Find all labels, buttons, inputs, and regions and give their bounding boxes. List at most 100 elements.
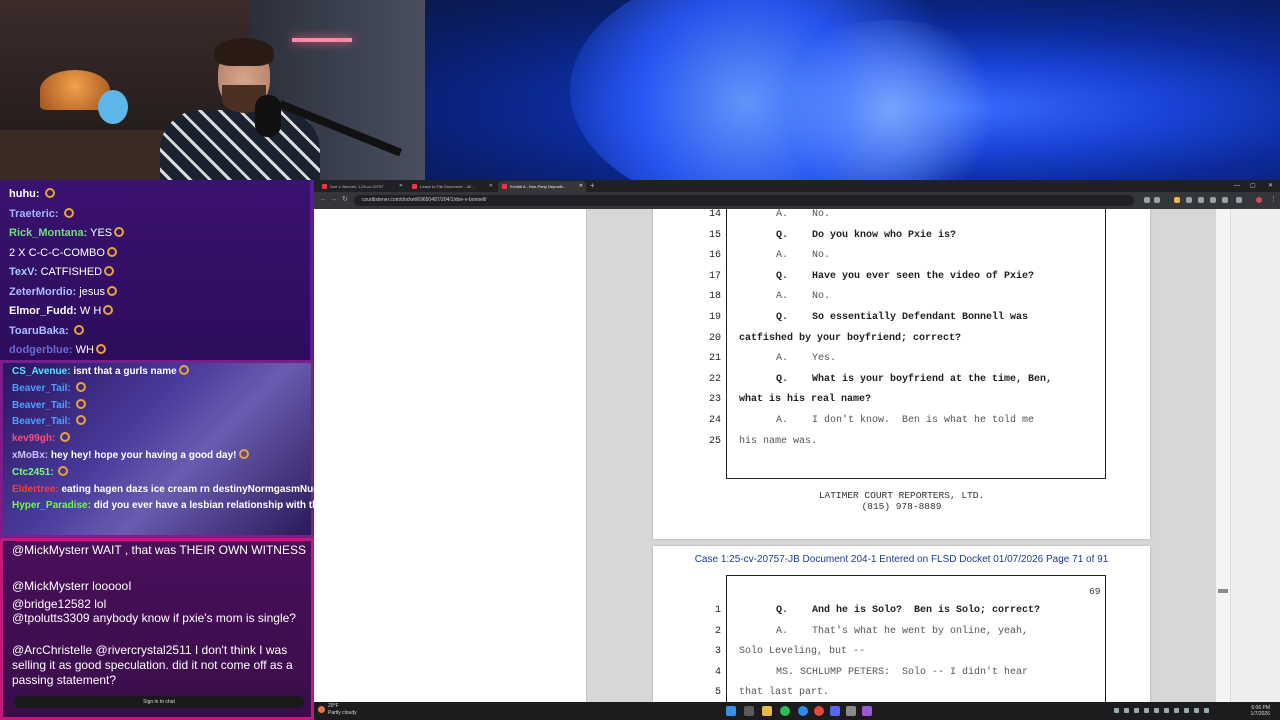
chat-message: Beaver_Tail: — [12, 415, 86, 428]
clock[interactable]: 6:06 PM 1/7/2026 — [1234, 705, 1270, 717]
edge-icon[interactable] — [798, 706, 808, 716]
transcript-line: 2 A. That's what he went by online, yeah, — [653, 622, 1150, 642]
tray-icon[interactable] — [1124, 708, 1129, 713]
extensions-puzzle-icon[interactable] — [1236, 197, 1242, 203]
file-explorer-icon[interactable] — [762, 706, 772, 716]
history-icon[interactable] — [1210, 197, 1216, 203]
chat-username[interactable]: Beaver_Tail: — [12, 416, 71, 427]
chat-username[interactable]: huhu: — [9, 188, 40, 200]
bookmark-star-icon[interactable] — [1154, 197, 1160, 203]
extension-icon[interactable] — [1186, 197, 1192, 203]
chat-message: TexV: CATFISHED — [9, 265, 115, 279]
chat-message: CS_Avenue: isnt that a gurls name — [12, 365, 189, 378]
weather-description: Partly cloudy — [328, 710, 357, 716]
menu-kebab-icon[interactable]: ⋮ — [1270, 195, 1277, 205]
chat-username[interactable]: Ctc2451: — [12, 467, 54, 478]
transcript-line: 14 A. No. — [653, 209, 1150, 225]
wifi-icon[interactable] — [1194, 708, 1199, 713]
back-icon[interactable]: ← — [320, 195, 327, 205]
chat-username[interactable]: Elmor_Fudd: — [9, 305, 77, 317]
chat-username[interactable]: Rick_Montana: — [9, 227, 87, 239]
chat-section-middle: CS_Avenue: isnt that a gurls name Beaver_… — [0, 360, 314, 538]
pdf-scrollbar[interactable] — [1216, 209, 1230, 702]
start-icon[interactable] — [726, 706, 736, 716]
reload-icon[interactable]: ↻ — [342, 195, 348, 205]
weather-widget[interactable]: 29°F Partly cloudy — [328, 703, 357, 717]
sidepanel-icon[interactable] — [1222, 197, 1228, 203]
chat-text: did you ever have a lesbian relationship… — [93, 500, 314, 512]
discord-icon[interactable] — [830, 706, 840, 716]
chat-username[interactable]: TexV: — [9, 266, 38, 278]
forward-icon[interactable]: → — [330, 195, 337, 205]
chat-message: kev99gh: — [12, 432, 71, 445]
browser-side-strip — [1230, 209, 1280, 702]
chat-username[interactable]: Eldertree: — [12, 484, 59, 495]
emote-icon — [75, 398, 86, 409]
tab-label: Leave to File Document – #2… — [420, 184, 476, 189]
minimize-icon[interactable]: — — [1234, 180, 1240, 192]
download-icon[interactable] — [1198, 197, 1204, 203]
new-tab-icon[interactable]: + — [590, 180, 595, 192]
line-number: 25 — [708, 435, 721, 447]
maximize-icon[interactable]: ▢ — [1250, 180, 1256, 192]
tab-exhibit-a[interactable]: Exhibit A - Non-Party Depositi… ✕ — [498, 181, 586, 192]
chat-message: huhu: — [9, 187, 55, 201]
webcam-neon-light — [292, 38, 352, 42]
tray-icon[interactable] — [1114, 708, 1119, 713]
tab-leave-to-file[interactable]: Leave to File Document – #2… ✕ — [408, 181, 496, 192]
chrome-icon[interactable] — [814, 706, 824, 716]
tray-icon[interactable] — [1174, 708, 1179, 713]
obs-icon[interactable] — [862, 706, 872, 716]
close-icon[interactable]: ✕ — [579, 181, 583, 192]
chat-username[interactable]: kev99gh: — [12, 433, 55, 444]
transcript-text: Q. And he is Solo? Ben is Solo; correct? — [776, 605, 1041, 616]
tab-favicon — [322, 184, 327, 189]
transcript-line: 16 A. No. — [653, 246, 1150, 266]
tray-icon[interactable] — [1184, 708, 1189, 713]
chat-text: hey hey! hope your having a good day! — [50, 450, 237, 461]
folder-icon[interactable] — [1174, 197, 1180, 203]
close-window-icon[interactable]: ✕ — [1268, 180, 1273, 192]
chat-username[interactable]: Traeteric: — [9, 208, 59, 220]
tray-icon[interactable] — [1134, 708, 1139, 713]
tab-doe-v-bonnell[interactable]: Doe v. Bonnell, 1:25-cv-20757 ✕ — [318, 181, 406, 192]
chat-username[interactable]: Hyper_Paradise: — [12, 500, 91, 511]
chat-message: @bridge12582 lol — [12, 597, 107, 611]
transcript-text: A. No. — [776, 209, 831, 220]
settings-icon[interactable] — [846, 706, 856, 716]
search-icon[interactable] — [1144, 197, 1150, 203]
tray-icon[interactable] — [1144, 708, 1149, 713]
chat-message: 2 X C-C-C-COMBO — [9, 246, 117, 260]
sign-in-chat-button[interactable]: Sign in to chat — [14, 696, 304, 708]
emote-icon — [63, 207, 74, 218]
chat-username[interactable]: xMoBx: — [12, 450, 48, 461]
address-bar[interactable]: courtlistener.com/docket/69650487/204/1/… — [354, 195, 1134, 206]
emote-icon — [75, 415, 86, 426]
chat-username[interactable]: CS_Avenue: — [12, 366, 71, 377]
transcript-line: 22 Q. What is your boyfriend at the time,… — [653, 370, 1150, 390]
spotify-icon[interactable] — [780, 706, 790, 716]
chat-username[interactable]: Beaver_Tail: — [12, 383, 71, 394]
transcript-text: that last part. — [739, 687, 830, 699]
volume-icon[interactable] — [1204, 708, 1209, 713]
chat-username[interactable]: ZeterMordio: — [9, 286, 76, 298]
close-icon[interactable]: ✕ — [399, 181, 403, 192]
tray-icon[interactable] — [1164, 708, 1169, 713]
search-icon[interactable] — [744, 706, 754, 716]
tab-favicon — [412, 184, 417, 189]
chat-username[interactable]: ToaruBaka: — [9, 325, 69, 337]
weather-temp: 29°F — [328, 703, 339, 709]
close-icon[interactable]: ✕ — [489, 181, 493, 192]
profile-avatar-icon[interactable] — [1256, 197, 1262, 203]
chat-username[interactable]: Beaver_Tail: — [12, 400, 71, 411]
chat-panel: huhu: Traeteric: Rick_Montana: YES 2 X C… — [0, 180, 314, 720]
line-number: 15 — [708, 229, 721, 241]
tray-icon[interactable] — [1154, 708, 1159, 713]
pdf-scroll-thumb[interactable] — [1218, 589, 1228, 593]
weather-icon[interactable] — [318, 706, 325, 713]
chat-message: @ArcChristelle @rivercrystal2511 I don't… — [12, 643, 293, 687]
webcam-plush-toy — [98, 90, 128, 124]
line-number: 23 — [708, 394, 721, 406]
chat-username[interactable]: dodgerblue: — [9, 344, 73, 356]
chat-message: @MickMysterr loooooI — [12, 579, 132, 593]
